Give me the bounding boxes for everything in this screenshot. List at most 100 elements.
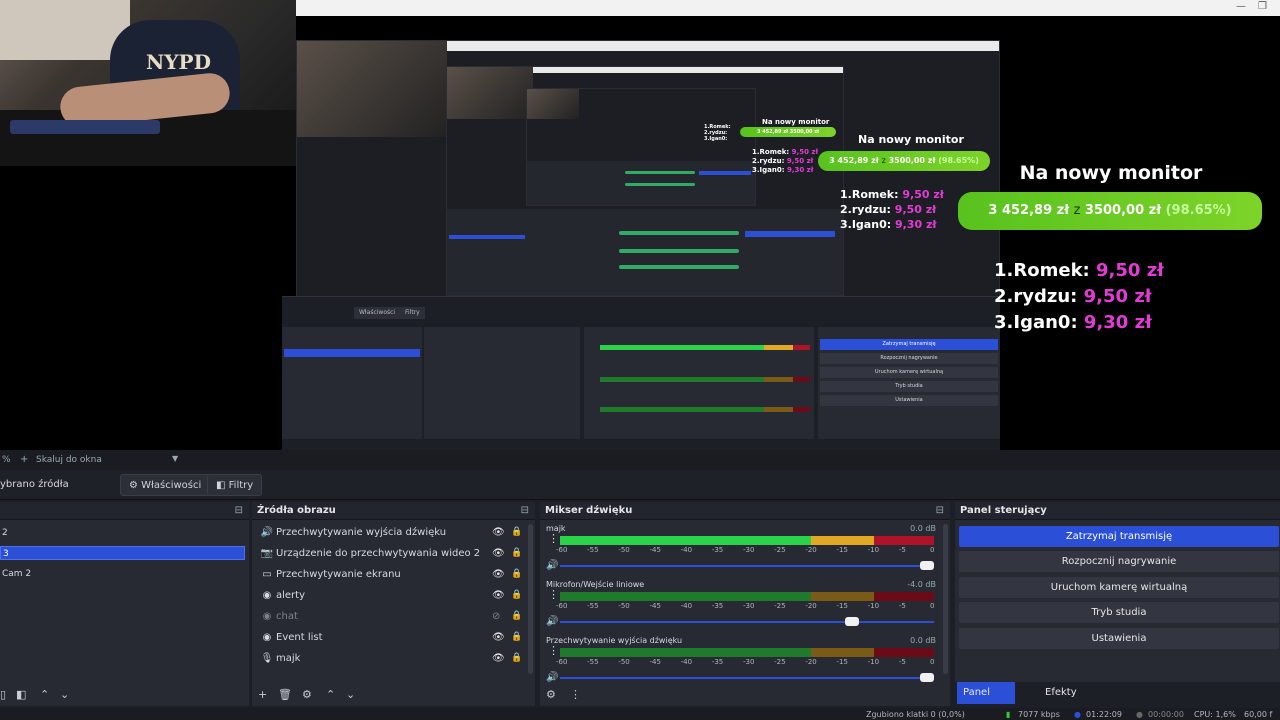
source-item[interactable]: 🔊 Przechwytywanie wyjścia dźwięku 👁 🔒 bbox=[256, 522, 526, 543]
nested-preview-3 bbox=[526, 88, 756, 206]
meter-tick: -35 bbox=[711, 658, 724, 666]
channel-name: Przechwytywanie wyjścia dźwięku bbox=[546, 636, 683, 645]
eye-icon[interactable]: 👁 bbox=[492, 627, 505, 648]
channel-name: Mikrofon/Wejście liniowe bbox=[546, 580, 645, 589]
eye-icon[interactable]: 👁 bbox=[492, 522, 505, 543]
dropdown-icon[interactable]: ▼ bbox=[172, 454, 178, 463]
speaker-icon[interactable]: 🔊 bbox=[546, 560, 558, 571]
meter-tick: -50 bbox=[618, 546, 630, 554]
lock-icon[interactable]: 🔒 bbox=[511, 627, 522, 648]
scenes-header: ⊟ bbox=[0, 502, 249, 520]
globe-icon: ◉ bbox=[262, 611, 272, 622]
eye-hidden-icon[interactable]: ⊘ bbox=[492, 606, 500, 627]
start-recording-button[interactable]: Rozpocznij nagrywanie bbox=[959, 551, 1279, 572]
eye-icon[interactable]: 👁 bbox=[492, 585, 505, 606]
source-item[interactable]: ◉ alerty 👁 🔒 bbox=[256, 585, 526, 606]
controls-dock: Panel sterujący Zatrzymaj transmisję Roz… bbox=[955, 502, 1280, 682]
stop-streaming-button[interactable]: Zatrzymaj transmisję bbox=[959, 526, 1279, 547]
eye-icon[interactable]: 👁 bbox=[492, 564, 505, 585]
settings-button[interactable]: Ustawienia bbox=[959, 628, 1279, 649]
scene-item[interactable]: 2 bbox=[0, 526, 245, 540]
speaker-icon[interactable]: 🔊 bbox=[546, 672, 558, 683]
move-up-icon[interactable]: ⌃ bbox=[326, 688, 335, 701]
stream-time: 01:22:09 bbox=[1086, 710, 1122, 719]
add-source-icon[interactable]: + bbox=[258, 688, 267, 701]
meter-tick: -25 bbox=[774, 658, 786, 666]
trash-icon[interactable]: 🗑 bbox=[278, 688, 292, 701]
meter-tick: -60 bbox=[556, 602, 568, 610]
status-bar: Zgubiono klatki 0 (0,0%) ▮ 7077 kbps ● 0… bbox=[0, 708, 1280, 720]
lock-icon[interactable]: 🔒 bbox=[511, 522, 522, 543]
move-down-icon[interactable]: ⌄ bbox=[60, 688, 69, 701]
keyboard-image bbox=[10, 120, 160, 134]
sources-header: Źródła obrazu ⊟ bbox=[252, 502, 535, 520]
source-properties-bar: ybrano źródła ⚙ Właściwości ◧ Filtry bbox=[0, 470, 1280, 500]
add-icon[interactable]: + bbox=[20, 454, 28, 465]
mixer-channel: Przechwytywanie wyjścia dźwięku 0.0 dB ⋮ -6… bbox=[540, 636, 940, 691]
nested-donors-mid: 1.Romek: 9,50 zł 2.rydzu: 9,50 zł 3.Igan… bbox=[752, 148, 819, 174]
channel-menu-icon[interactable]: ⋮ bbox=[548, 533, 559, 544]
nested-properties-button: Właściwości bbox=[354, 307, 401, 319]
goal-target: 3500,00 zł bbox=[1084, 203, 1162, 218]
stream-preview[interactable]: — ❐ NYPD Na nowy monitor 3 452,89 zł 350… bbox=[0, 0, 1280, 450]
mixer-scrollbar[interactable] bbox=[943, 524, 948, 674]
lock-icon[interactable]: 🔒 bbox=[511, 564, 522, 585]
start-virtual-camera-button[interactable]: Uruchom kamerę wirtualną bbox=[959, 577, 1279, 598]
lock-icon[interactable]: 🔒 bbox=[511, 606, 522, 627]
lock-icon[interactable]: 🔒 bbox=[511, 543, 522, 564]
scenes-dock: ⊟ 2 3 Cam 2 ▯ ◧ ⌃ ⌄ bbox=[0, 502, 249, 706]
gear-icon[interactable]: ⚙ bbox=[302, 688, 312, 701]
source-item[interactable]: ◉ Event list 👁 🔒 bbox=[256, 627, 526, 648]
dock-undock-icon[interactable]: ⊟ bbox=[235, 502, 243, 520]
preview-toolbar: % + Skaluj do okna ▼ bbox=[0, 450, 1280, 470]
scene-item-selected[interactable]: 3 bbox=[0, 546, 245, 560]
meter-tick: -55 bbox=[587, 546, 599, 554]
speaker-icon[interactable]: 🔊 bbox=[546, 616, 558, 627]
studio-mode-button[interactable]: Tryb studia bbox=[959, 602, 1279, 623]
tab-controls[interactable]: Panel sterujący bbox=[957, 682, 1016, 720]
scene-item[interactable]: Cam 2 bbox=[0, 567, 245, 581]
nested-goal-title-small: Na nowy monitor bbox=[762, 118, 830, 126]
source-item-hidden[interactable]: ◉ chat ⊘ 🔒 bbox=[256, 606, 526, 627]
eye-icon[interactable]: 👁 bbox=[492, 543, 505, 564]
volume-slider[interactable] bbox=[560, 621, 934, 623]
meter-tick: -60 bbox=[556, 546, 568, 554]
volume-slider-handle[interactable] bbox=[920, 673, 934, 682]
meter-tick: -35 bbox=[711, 546, 724, 554]
scene-filters-icon[interactable]: ◧ bbox=[16, 688, 26, 701]
volume-slider[interactable] bbox=[560, 677, 934, 679]
source-item[interactable]: 📷 Urządzenie do przechwytywania wideo 2 👁 🔒 bbox=[256, 543, 526, 564]
dock-undock-icon[interactable]: ⊟ bbox=[936, 502, 944, 520]
source-item[interactable]: ▭ Przechwytywanie ekranu 👁 🔒 bbox=[256, 564, 526, 585]
menu-dots-icon[interactable]: ⋮ bbox=[570, 688, 581, 701]
donor-leaderboard: 1.Romek: 9,50 zł 2.rydzu: 9,50 zł 3.Igan… bbox=[994, 258, 1164, 336]
source-item[interactable]: 🎙 majk 👁 🔒 bbox=[256, 648, 526, 669]
volume-meter bbox=[560, 648, 934, 657]
lock-icon[interactable]: 🔒 bbox=[511, 585, 522, 606]
nested-goal-title: Na nowy monitor bbox=[858, 133, 964, 146]
properties-button[interactable]: ⚙ Właściwości bbox=[120, 474, 211, 496]
volume-slider[interactable] bbox=[560, 565, 934, 567]
channel-menu-icon[interactable]: ⋮ bbox=[548, 645, 559, 656]
nested-filters-button: Filtry bbox=[400, 307, 425, 319]
meter-tick: -50 bbox=[618, 602, 630, 610]
dock-undock-icon[interactable]: ⊟ bbox=[521, 502, 529, 520]
sources-scrollbar[interactable] bbox=[528, 524, 533, 674]
volume-slider-handle[interactable] bbox=[845, 617, 860, 626]
channel-menu-icon[interactable]: ⋮ bbox=[548, 589, 559, 600]
tab-scene-transitions[interactable]: Efekty przejścia scen bbox=[1039, 682, 1095, 720]
volume-slider-handle[interactable] bbox=[920, 561, 934, 570]
filters-button[interactable]: ◧ Filtry bbox=[207, 474, 263, 496]
move-down-icon[interactable]: ⌄ bbox=[346, 688, 355, 701]
eye-icon[interactable]: 👁 bbox=[492, 648, 505, 669]
lock-icon[interactable]: 🔒 bbox=[511, 648, 522, 669]
minimize-icon: — bbox=[1236, 1, 1246, 12]
mixer-channel: majk 0.0 dB ⋮ -60 -55 -50 -45 -40 -35 -30 -25 -20 -1… bbox=[540, 524, 940, 579]
meter-tick: -15 bbox=[836, 658, 848, 666]
remove-scene-icon[interactable]: ▯ bbox=[0, 688, 6, 701]
move-up-icon[interactable]: ⌃ bbox=[40, 688, 49, 701]
advanced-audio-icon[interactable]: ⚙ bbox=[546, 688, 556, 701]
scale-label: Skaluj do okna bbox=[36, 455, 102, 465]
meter-tick: -15 bbox=[836, 546, 848, 554]
meter-tick: -40 bbox=[680, 546, 693, 554]
